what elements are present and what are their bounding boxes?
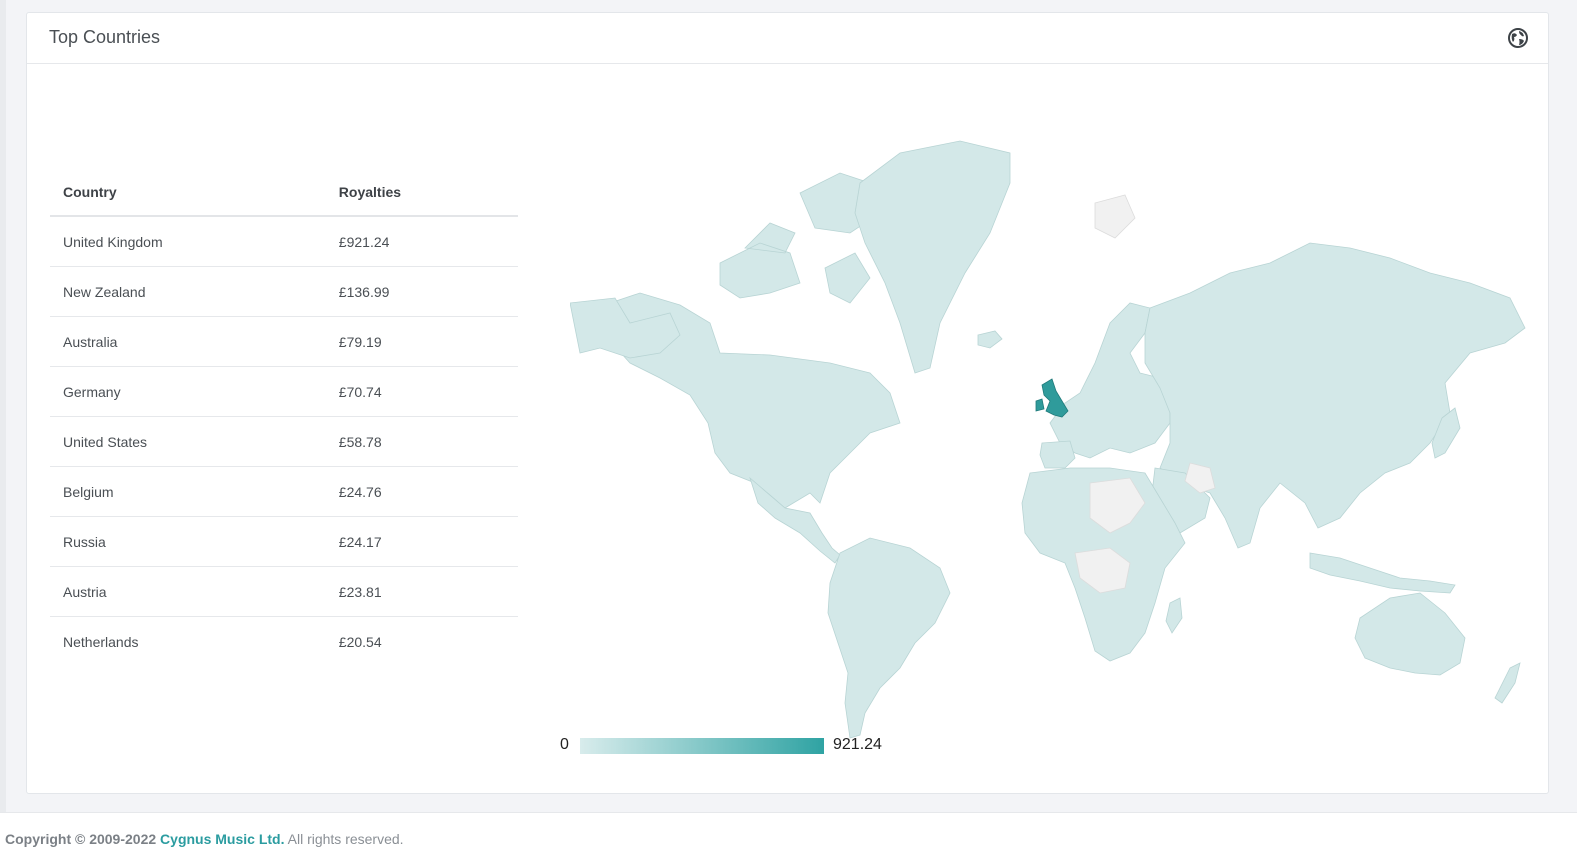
region-se-asia-islands[interactable] xyxy=(1309,552,1456,594)
map-legend: 0 921.24 xyxy=(560,735,920,755)
card-header: Top Countries xyxy=(27,13,1548,64)
legend-color-scale xyxy=(580,738,824,754)
country-cell: United Kingdom xyxy=(50,216,329,267)
legend-max-label: 921.24 xyxy=(833,736,882,753)
royalties-cell: £23.81 xyxy=(328,566,518,617)
country-cell: Austria xyxy=(50,566,329,617)
top-countries-card: Top Countries Country Royalties United K… xyxy=(26,12,1549,794)
page-edge xyxy=(0,0,6,812)
copyright-prefix: Copyright © 2009-2022 xyxy=(5,831,157,847)
table-row: Netherlands £20.54 xyxy=(50,617,518,667)
country-cell: United States xyxy=(50,416,329,467)
region-iceland[interactable] xyxy=(977,330,1003,349)
world-map xyxy=(570,140,1526,739)
column-header-royalties[interactable]: Royalties xyxy=(328,175,518,217)
royalties-cell: £24.76 xyxy=(328,466,518,517)
royalties-cell: £70.74 xyxy=(328,366,518,417)
country-cell: Australia xyxy=(50,316,329,367)
region-iberia[interactable] xyxy=(1039,440,1076,469)
card-title: Top Countries xyxy=(49,27,161,47)
royalties-cell: £20.54 xyxy=(338,633,382,650)
royalties-cell: £24.17 xyxy=(328,516,518,567)
column-header-country[interactable]: Country xyxy=(50,175,329,217)
table-row: Australia £79.19 xyxy=(50,316,518,367)
region-arctic-islands[interactable] xyxy=(719,172,881,304)
region-united-kingdom[interactable] xyxy=(1035,378,1069,418)
table-row: Belgium £24.76 xyxy=(50,466,518,517)
region-australia[interactable] xyxy=(1354,592,1466,676)
table-row: United Kingdom £921.24 xyxy=(50,216,518,267)
table-row: Austria £23.81 xyxy=(50,566,518,617)
countries-table: Country Royalties United Kingdom £921.24 … xyxy=(50,175,518,666)
country-cell: Germany xyxy=(50,366,329,417)
region-no-data-svalbard[interactable] xyxy=(1094,194,1136,239)
table-row: United States £58.78 xyxy=(50,416,518,467)
royalties-cell: £79.19 xyxy=(328,316,518,367)
country-cell: New Zealand xyxy=(50,266,329,317)
royalties-cell: £921.24 xyxy=(328,216,518,267)
copyright-suffix: All rights reserved. xyxy=(287,831,404,847)
table-row: New Zealand £136.99 xyxy=(50,266,518,317)
brand-link[interactable]: Cygnus Music Ltd. xyxy=(160,831,284,847)
country-cell: Russia xyxy=(50,516,329,567)
globe-icon[interactable] xyxy=(1508,28,1528,48)
table-row: Germany £70.74 xyxy=(50,366,518,417)
legend-min-label: 0 xyxy=(560,736,569,753)
country-cell: Netherlands xyxy=(63,633,139,650)
region-madagascar[interactable] xyxy=(1165,597,1183,634)
table-header-row: Country Royalties xyxy=(50,175,518,217)
region-new-zealand[interactable] xyxy=(1494,662,1521,704)
region-south-america[interactable] xyxy=(827,537,951,739)
table-row: Russia £24.17 xyxy=(50,516,518,567)
copyright-text: Copyright © 2009-2022 Cygnus Music Ltd. … xyxy=(5,831,404,847)
royalties-cell: £58.78 xyxy=(328,416,518,467)
country-cell: Belgium xyxy=(50,466,329,517)
royalties-cell: £136.99 xyxy=(328,266,518,317)
footer: Copyright © 2009-2022 Cygnus Music Ltd. … xyxy=(0,812,1577,863)
